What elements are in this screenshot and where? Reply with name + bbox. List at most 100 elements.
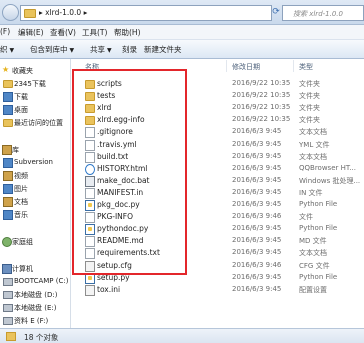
file-name: scripts	[97, 79, 122, 88]
config-file-icon	[85, 260, 95, 272]
back-button[interactable]	[2, 4, 19, 21]
file-name: make_doc.bat	[97, 175, 150, 185]
file-date: 2016/6/3 9:46	[232, 212, 282, 221]
file-row[interactable]: build.txt 2016/6/3 9:45 文本文档	[71, 151, 364, 163]
file-date: 2016/6/3 9:45	[232, 139, 282, 148]
menu-tools[interactable]: 工具(T)	[82, 27, 107, 38]
file-type: Python File	[299, 224, 338, 233]
file-type: 文件夹	[299, 104, 320, 113]
file-row[interactable]: setup.py 2016/6/3 9:45 Python File	[71, 272, 364, 284]
file-type: 文件夹	[299, 92, 320, 101]
burn-button[interactable]: 刻录	[122, 44, 137, 55]
file-name: requirements.txt	[97, 248, 160, 258]
file-date: 2016/6/3 9:45	[232, 175, 282, 184]
file-row[interactable]: pythondoc.py 2016/6/3 9:45 Python File	[71, 223, 364, 236]
file-row[interactable]: scripts 2016/9/22 10:35 文件夹	[71, 78, 364, 90]
file-date: 2016/6/3 9:45	[232, 284, 282, 293]
folder-icon	[3, 80, 13, 88]
python-file-icon	[85, 224, 95, 236]
organize-label: 织	[0, 45, 8, 54]
python-file-icon	[85, 272, 95, 284]
file-date: 2016/6/3 9:45	[232, 248, 282, 257]
file-list: 名称 修改日期 类型 scripts 2016/9/22 10:35 文件夹 test…	[71, 59, 364, 328]
refresh-icon[interactable]: ⟳	[271, 5, 281, 19]
file-date: 2016/9/22 10:35	[232, 115, 291, 124]
nav-label: 家庭组	[12, 238, 33, 246]
file-row[interactable]: tests 2016/9/22 10:35 文件夹	[71, 90, 364, 102]
file-row[interactable]: tox.ini 2016/6/3 9:45 配置设置	[71, 284, 364, 296]
chevron-down-icon: ▼	[9, 47, 15, 54]
file-row[interactable]: requirements.txt 2016/6/3 9:45 文本文档	[71, 247, 364, 260]
file-row[interactable]: .travis.yml 2016/6/3 9:45 YML 文件	[71, 139, 364, 151]
document-icon	[85, 151, 95, 163]
file-row[interactable]: HISTORY.html 2016/6/3 9:45 QQBrowser HT...	[71, 163, 364, 175]
download-icon	[3, 92, 13, 102]
file-date: 2016/6/3 9:45	[232, 127, 282, 136]
python-file-icon	[85, 200, 95, 211]
menu-edit[interactable]: 编辑(E)	[18, 27, 44, 38]
nav-label: 资料 E (F:)	[14, 317, 49, 325]
folder-icon	[85, 116, 95, 126]
file-row[interactable]: make_doc.bat 2016/6/3 9:45 Windows 批处理...	[71, 175, 364, 187]
file-type: 文本文档	[299, 128, 327, 137]
file-name: setup.cfg	[97, 260, 132, 270]
organize-button[interactable]: 织 ▼	[0, 44, 14, 55]
menu-file[interactable]: (F)	[0, 27, 10, 36]
nav-label: 库	[12, 146, 19, 154]
computer-icon	[2, 264, 12, 274]
file-name: MANIFEST.in	[97, 187, 144, 197]
menu-help[interactable]: 帮助(H)	[114, 27, 141, 38]
file-row[interactable]: xlrd 2016/9/22 10:35 文件夹	[71, 102, 364, 114]
file-row[interactable]: README.md 2016/6/3 9:45 MD 文件	[71, 235, 364, 248]
address-input[interactable]: ▸ xlrd-1.0.0 ▸	[20, 5, 272, 21]
include-library-button[interactable]: 包含到库中 ▼	[30, 44, 74, 55]
html-file-icon	[85, 163, 95, 175]
menu-view[interactable]: 查看(V)	[50, 27, 76, 38]
document-icon	[85, 248, 95, 260]
nav-label: 计算机	[12, 265, 33, 273]
column-divider[interactable]	[293, 60, 294, 72]
column-divider[interactable]	[226, 60, 227, 72]
column-header-type[interactable]: 类型	[299, 62, 313, 72]
file-type: IN 文件	[299, 188, 323, 197]
file-type: 文件夹	[299, 116, 320, 125]
file-type: 文件	[299, 213, 313, 222]
document-icon	[85, 187, 95, 199]
file-row[interactable]: pkg_doc.py 2016/6/3 9:45 Python File	[71, 199, 364, 211]
search-placeholder: 搜索 xlrd-1.0.0	[293, 10, 343, 18]
desktop-icon	[3, 105, 13, 115]
file-date: 2016/9/22 10:35	[232, 91, 291, 100]
item-count: 18 个对象	[24, 333, 59, 342]
breadcrumb-current[interactable]: xlrd-1.0.0	[45, 8, 81, 17]
file-name: build.txt	[97, 151, 129, 161]
file-type: MD 文件	[299, 237, 327, 246]
file-row[interactable]: MANIFEST.in 2016/6/3 9:45 IN 文件	[71, 187, 364, 199]
nav-label: 最近访问的位置	[14, 119, 63, 127]
file-date: 2016/6/3 9:45	[232, 187, 282, 196]
nav-label: 文档	[14, 198, 28, 206]
new-folder-button[interactable]: 新建文件夹	[144, 44, 182, 55]
file-date: 2016/6/3 9:45	[232, 236, 282, 245]
file-row[interactable]: .gitignore 2016/6/3 9:45 文本文档	[71, 126, 364, 139]
search-input[interactable]: 搜索 xlrd-1.0.0	[282, 5, 364, 21]
folder-icon	[6, 332, 16, 341]
file-date: 2016/6/3 9:46	[232, 260, 282, 269]
breadcrumb[interactable]: ▸ xlrd-1.0.0 ▸	[39, 8, 87, 17]
file-date: 2016/6/3 9:45	[232, 200, 282, 208]
library-icon	[2, 145, 12, 155]
subversion-icon	[3, 158, 13, 168]
file-type: Python File	[299, 272, 338, 281]
file-row[interactable]: setup.cfg 2016/6/3 9:46 CFG 文件	[71, 260, 364, 272]
drive-icon	[3, 317, 13, 325]
share-button[interactable]: 共享 ▼	[90, 44, 112, 55]
nav-label: 本地磁盘 (E:)	[14, 304, 57, 312]
column-header-date[interactable]: 修改日期	[232, 62, 260, 72]
file-row[interactable]: xlrd.egg-info 2016/9/22 10:35 文件夹	[71, 114, 364, 126]
file-date: 2016/9/22 10:35	[232, 103, 291, 112]
include-label: 包含到库中	[30, 45, 68, 54]
file-row[interactable]: PKG-INFO 2016/6/3 9:46 文件	[71, 211, 364, 224]
column-header-name[interactable]: 名称	[85, 62, 99, 72]
toolbar: 织 ▼ 包含到库中 ▼ 共享 ▼ 刻录 新建文件夹	[0, 40, 364, 59]
file-name: xlrd.egg-info	[97, 115, 145, 125]
star-icon: ★	[2, 65, 10, 74]
